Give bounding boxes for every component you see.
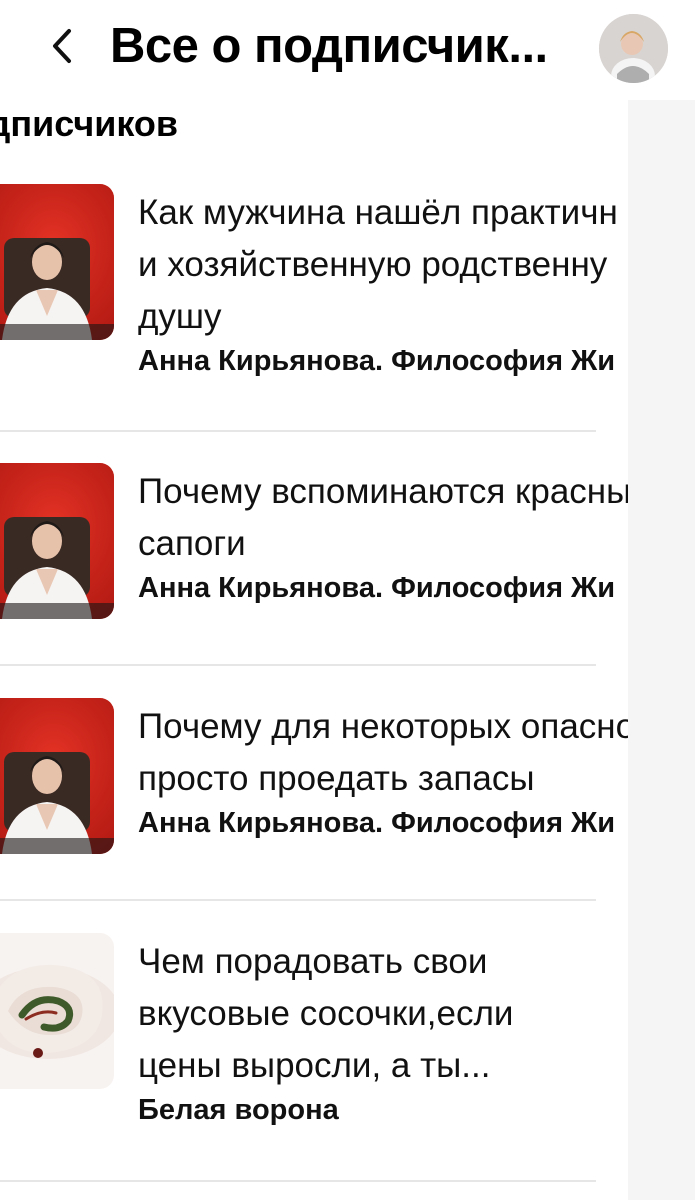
article-thumbnail (0, 184, 114, 340)
article-thumbnail (0, 933, 114, 1089)
article-feed: Как мужчина нашёл практичн и хозяйственн… (0, 0, 695, 1200)
article-author: Анна Кирьянова. Философия Жи (138, 807, 616, 839)
divider (0, 899, 596, 901)
divider (0, 1180, 596, 1182)
article-card[interactable]: Чем порадовать свои вкусовые сосочки,есл… (0, 932, 628, 1178)
article-title: Как мужчина нашёл практичн и хозяйственн… (138, 193, 618, 336)
article-thumbnail (0, 698, 114, 854)
divider (0, 664, 596, 666)
article-author: Анна Кирьянова. Философия Жи (138, 572, 616, 604)
divider (0, 430, 596, 432)
article-title: Почему для некоторых опасно просто проед… (138, 707, 628, 798)
article-title: Чем порадовать свои вкусовые сосочки,есл… (138, 942, 514, 1085)
article-author: Белая ворона (138, 1094, 339, 1126)
article-author: Анна Кирьянова. Философия Жи (138, 345, 616, 377)
article-card[interactable]: Почему вспоминаются красны сапоги Анна К… (0, 462, 628, 662)
article-card[interactable]: Как мужчина нашёл практичн и хозяйственн… (0, 183, 628, 433)
article-thumbnail (0, 463, 114, 619)
article-title: Почему вспоминаются красны сапоги (138, 472, 628, 563)
article-card[interactable]: Почему для некоторых опасно просто проед… (0, 697, 628, 897)
